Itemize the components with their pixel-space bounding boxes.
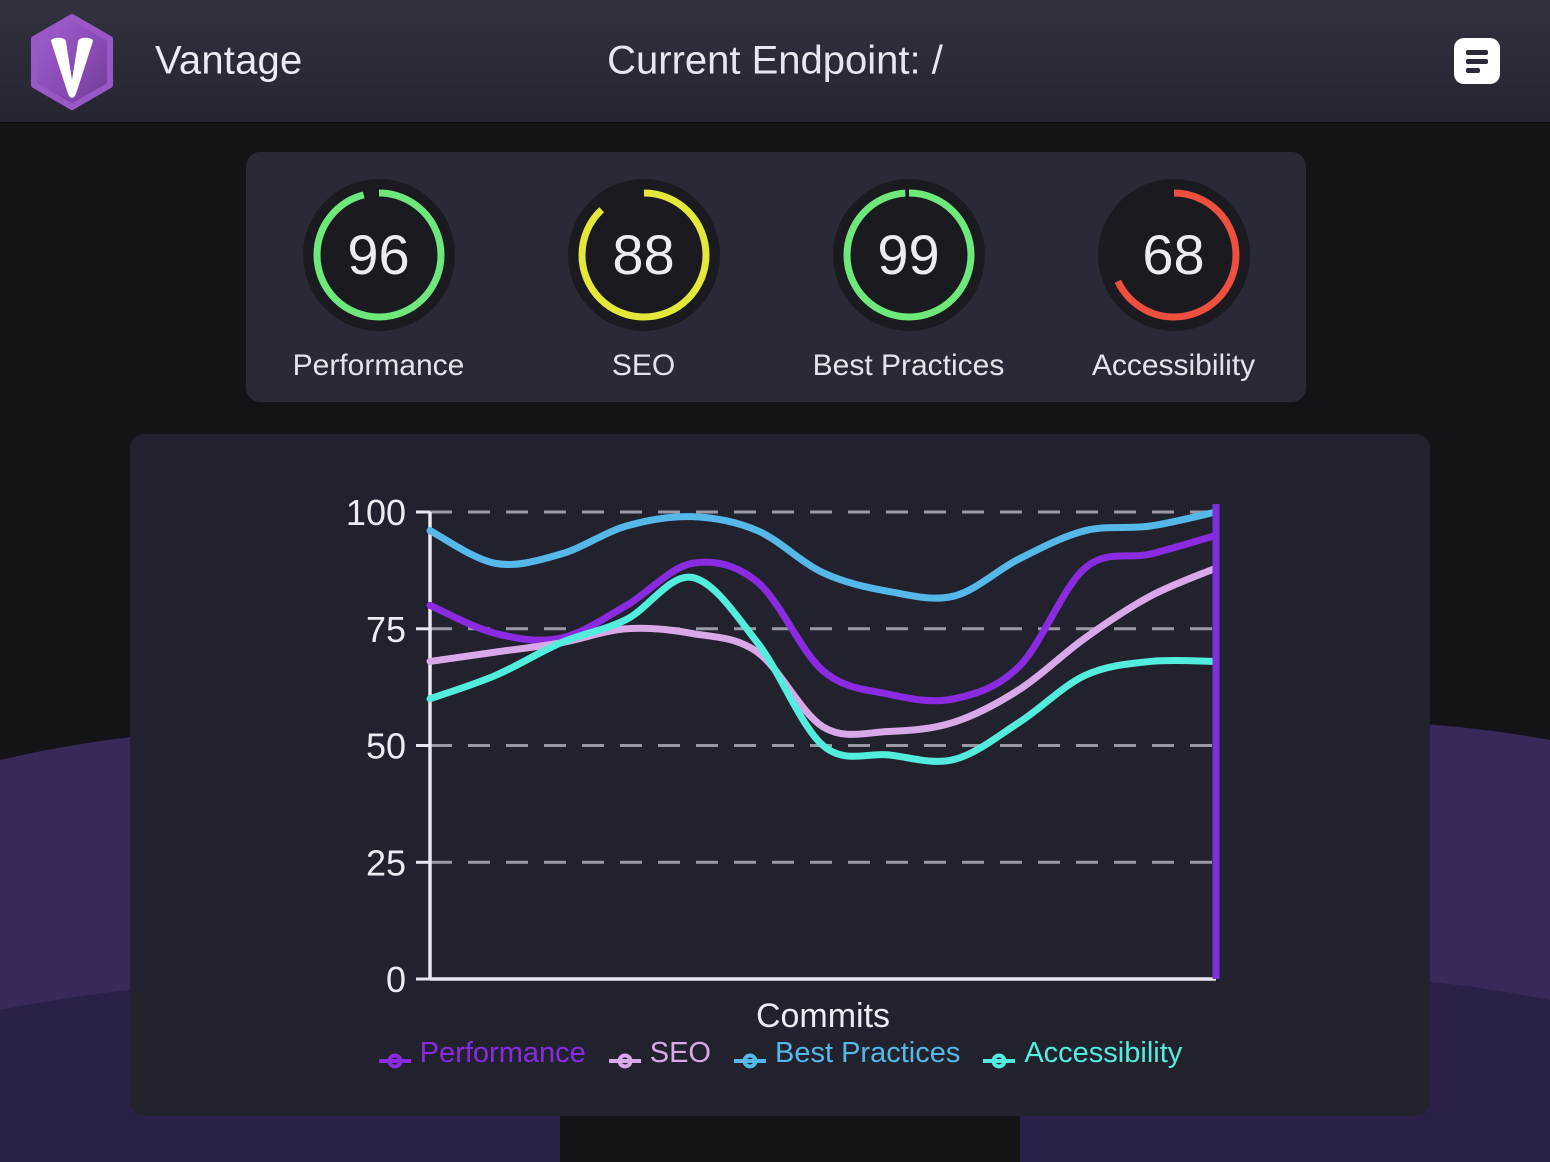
legend-label: SEO xyxy=(650,1037,711,1070)
gauge-ring: 68 xyxy=(1098,179,1250,331)
gauge-ring: 88 xyxy=(568,179,720,331)
y-tick-label: 25 xyxy=(366,842,406,883)
legend-marker-icon xyxy=(608,1045,642,1063)
gauge-value: 68 xyxy=(1142,227,1204,283)
legend-label: Best Practices xyxy=(775,1037,960,1070)
menu-bar xyxy=(1466,68,1480,73)
x-axis-label: Commits xyxy=(756,997,890,1035)
scores-card: 96 Performance 88 SEO 99 Best Practices 68 Acce… xyxy=(246,152,1306,402)
legend-marker-icon xyxy=(982,1045,1016,1063)
page-title: Current Endpoint: / xyxy=(0,39,1550,84)
score-gauge-best-practices[interactable]: 99 Best Practices xyxy=(776,152,1041,383)
gauge-value: 96 xyxy=(347,227,409,283)
gauge-label: Best Practices xyxy=(813,349,1005,383)
app-root: Vantage Current Endpoint: / 96 Performanc… xyxy=(0,0,1550,1162)
menu-bar xyxy=(1466,59,1488,64)
series-line-best-practices[interactable] xyxy=(430,512,1216,598)
gauge-ring: 99 xyxy=(833,179,985,331)
chart-legend: Performance SEO Best Practices Accessibilit… xyxy=(130,1037,1430,1070)
score-gauge-performance[interactable]: 96 Performance xyxy=(246,152,511,383)
y-tick-label: 100 xyxy=(346,492,406,533)
gauge-ring: 96 xyxy=(303,179,455,331)
y-tick-label: 0 xyxy=(386,959,406,1000)
y-tick-label: 50 xyxy=(366,726,406,767)
legend-item-best-practices[interactable]: Best Practices xyxy=(733,1037,960,1070)
y-tick-label: 75 xyxy=(366,609,406,650)
legend-item-seo[interactable]: SEO xyxy=(608,1037,711,1070)
gauge-value: 99 xyxy=(877,227,939,283)
gauge-label: Performance xyxy=(293,349,465,383)
legend-item-accessibility[interactable]: Accessibility xyxy=(982,1037,1182,1070)
score-gauge-accessibility[interactable]: 68 Accessibility xyxy=(1041,152,1306,383)
menu-bar xyxy=(1466,50,1488,55)
gauge-label: Accessibility xyxy=(1092,349,1255,383)
metrics-chart-card: 0 25 50 75 100 Commits Performance SEO Best Pra… xyxy=(130,434,1430,1116)
legend-item-performance[interactable]: Performance xyxy=(378,1037,586,1070)
line-chart[interactable]: 0 25 50 75 100 Commits xyxy=(130,434,1430,1116)
app-header: Vantage Current Endpoint: / xyxy=(0,0,1550,122)
legend-marker-icon xyxy=(733,1045,767,1063)
legend-label: Performance xyxy=(420,1037,586,1070)
list-menu-icon[interactable] xyxy=(1454,38,1500,84)
score-gauge-seo[interactable]: 88 SEO xyxy=(511,152,776,383)
legend-marker-icon xyxy=(378,1045,412,1063)
gauge-label: SEO xyxy=(612,349,675,383)
gauge-value: 88 xyxy=(612,227,674,283)
legend-label: Accessibility xyxy=(1024,1037,1182,1070)
